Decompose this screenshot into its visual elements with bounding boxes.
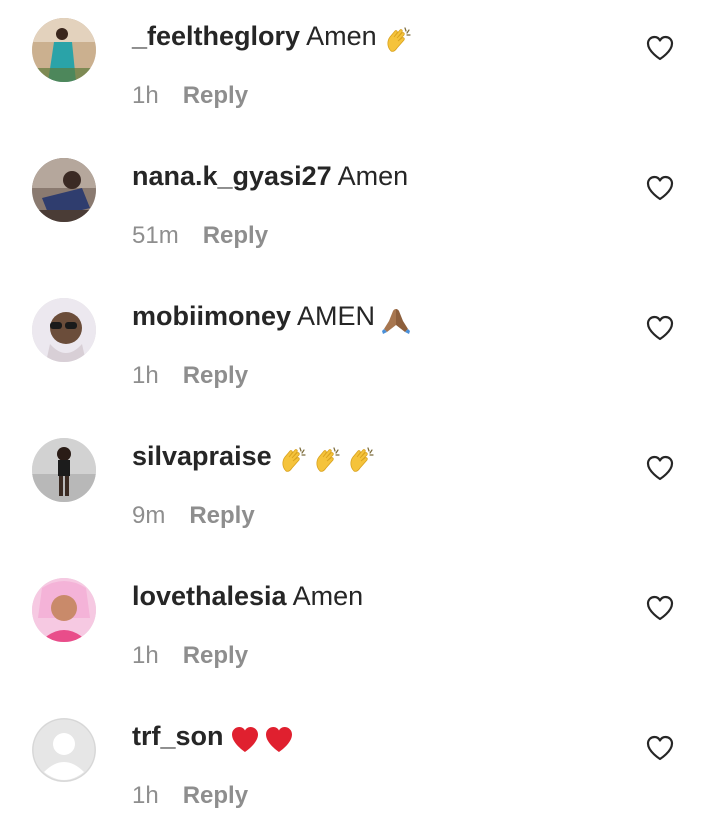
like-heart-icon[interactable] bbox=[646, 35, 674, 61]
reply-button[interactable]: Reply bbox=[183, 82, 248, 109]
red-heart-icon bbox=[264, 725, 294, 755]
emoji-row bbox=[278, 440, 380, 476]
comment-item: nana.k_gyasi27 Amen 51m Reply bbox=[0, 140, 720, 280]
username-link[interactable]: trf_son bbox=[132, 721, 224, 751]
default-avatar-icon bbox=[32, 718, 96, 782]
emoji-row bbox=[381, 300, 415, 336]
like-heart-icon[interactable] bbox=[646, 455, 674, 481]
clapping-hands-icon bbox=[278, 445, 308, 475]
username-link[interactable]: _feeltheglory bbox=[132, 21, 300, 51]
comment-item: mobiimoney AMEN 1h Reply bbox=[0, 280, 720, 420]
like-heart-icon[interactable] bbox=[646, 175, 674, 201]
avatar-photo-icon bbox=[32, 578, 96, 642]
comment-item: lovethalesia Amen 1h Reply bbox=[0, 560, 720, 700]
username-link[interactable]: silvapraise bbox=[132, 441, 272, 471]
avatar-photo-icon bbox=[32, 158, 96, 222]
comment-meta: 1h Reply bbox=[132, 80, 248, 112]
comment-timestamp: 1h bbox=[132, 782, 159, 809]
comment-text: Amen bbox=[306, 21, 377, 51]
comment-timestamp: 1h bbox=[132, 82, 159, 109]
comment-meta: 1h Reply bbox=[132, 640, 248, 672]
comment-body: lovethalesia Amen bbox=[132, 578, 363, 614]
avatar[interactable] bbox=[32, 438, 96, 502]
reply-button[interactable]: Reply bbox=[189, 502, 254, 529]
username-link[interactable]: nana.k_gyasi27 bbox=[132, 161, 332, 191]
reply-button[interactable]: Reply bbox=[183, 782, 248, 809]
like-heart-icon[interactable] bbox=[646, 735, 674, 761]
username-link[interactable]: lovethalesia bbox=[132, 581, 287, 611]
comment-meta: 1h Reply bbox=[132, 780, 248, 812]
avatar[interactable] bbox=[32, 718, 96, 782]
reply-button[interactable]: Reply bbox=[183, 362, 248, 389]
avatar-photo-icon bbox=[32, 438, 96, 502]
comment-item: _feeltheglory Amen 1h Reply bbox=[0, 0, 720, 140]
avatar-photo-icon bbox=[32, 18, 96, 82]
comment-meta: 51m Reply bbox=[132, 220, 268, 252]
like-heart-icon[interactable] bbox=[646, 595, 674, 621]
avatar[interactable] bbox=[32, 298, 96, 362]
like-heart-icon[interactable] bbox=[646, 315, 674, 341]
reply-button[interactable]: Reply bbox=[183, 642, 248, 669]
comment-text: AMEN bbox=[297, 301, 376, 331]
folded-hands-icon bbox=[381, 305, 411, 335]
username-link[interactable]: mobiimoney bbox=[132, 301, 291, 331]
avatar[interactable] bbox=[32, 18, 96, 82]
comment-timestamp: 1h bbox=[132, 642, 159, 669]
clapping-hands-icon bbox=[383, 25, 413, 55]
avatar[interactable] bbox=[32, 578, 96, 642]
comment-timestamp: 51m bbox=[132, 222, 179, 249]
comment-body: silvapraise bbox=[132, 438, 380, 474]
comment-body: nana.k_gyasi27 Amen bbox=[132, 158, 408, 194]
comment-timestamp: 1h bbox=[132, 362, 159, 389]
emoji-row bbox=[383, 20, 417, 56]
comment-text: Amen bbox=[292, 581, 364, 611]
comment-meta: 1h Reply bbox=[132, 360, 248, 392]
comment-item: trf_son 1h Reply bbox=[0, 700, 720, 840]
emoji-row bbox=[230, 720, 298, 756]
comment-body: mobiimoney AMEN bbox=[132, 298, 415, 334]
comment-text: Amen bbox=[337, 161, 409, 191]
clapping-hands-icon bbox=[346, 445, 376, 475]
comment-timestamp: 9m bbox=[132, 502, 166, 529]
comment-body: _feeltheglory Amen bbox=[132, 18, 417, 54]
avatar-photo-icon bbox=[32, 298, 96, 362]
avatar[interactable] bbox=[32, 158, 96, 222]
comment-body: trf_son bbox=[132, 718, 298, 754]
comment-item: silvapraise 9m Reply bbox=[0, 420, 720, 560]
clapping-hands-icon bbox=[312, 445, 342, 475]
comment-meta: 9m Reply bbox=[132, 500, 255, 532]
reply-button[interactable]: Reply bbox=[203, 222, 268, 249]
comment-list: _feeltheglory Amen 1h Reply nana.k_gyasi… bbox=[0, 0, 720, 838]
red-heart-icon bbox=[230, 725, 260, 755]
